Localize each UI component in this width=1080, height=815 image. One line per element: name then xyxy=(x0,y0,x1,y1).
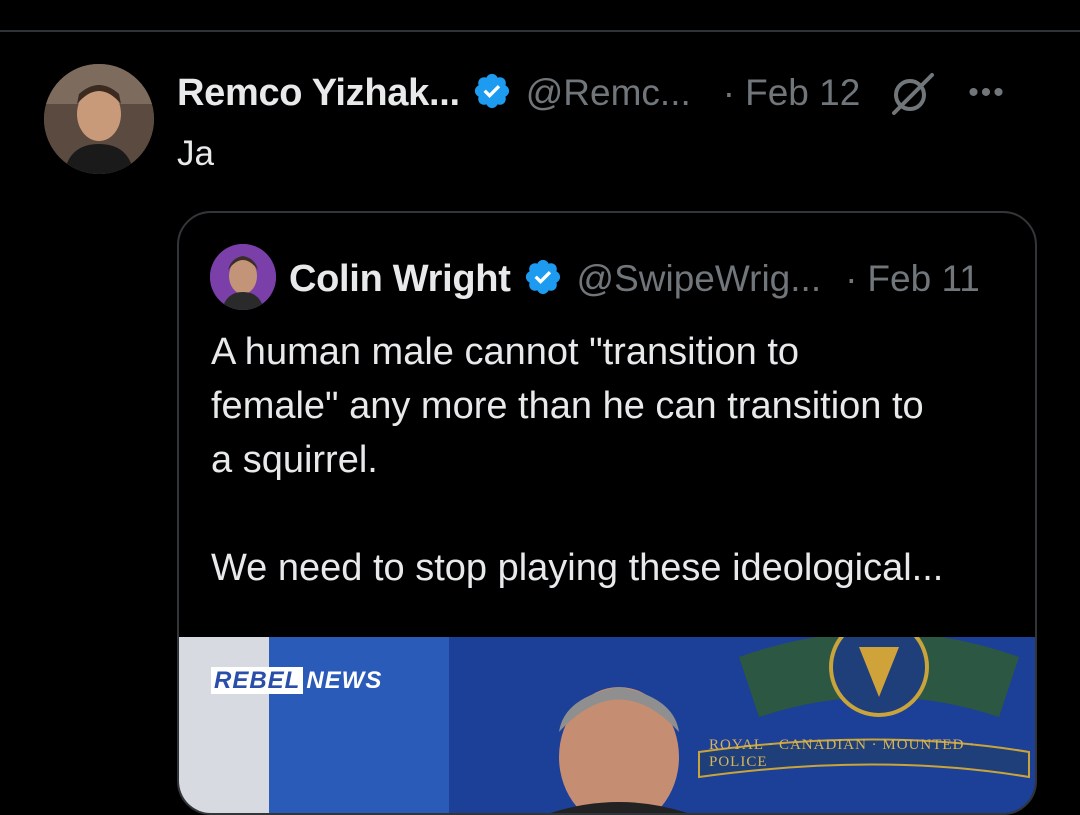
quoted-text-line: a squirrel. xyxy=(211,439,378,481)
quoted-post-media[interactable]: REBEL NEWS ROYAL · CANADIAN · MOUNTED · P… xyxy=(179,637,1035,813)
quoted-text-gap xyxy=(211,487,1021,541)
grok-icon[interactable] xyxy=(888,69,936,117)
post-text: Ja xyxy=(177,134,214,173)
quoted-text-line: A human male cannot "transition to xyxy=(211,331,800,373)
post-date[interactable]: Feb 12 xyxy=(745,72,860,114)
verified-badge-icon xyxy=(523,257,563,302)
crest-text: ROYAL · CANADIAN · MOUNTED · POLICE xyxy=(709,737,976,770)
date-separator: · xyxy=(722,72,736,113)
top-divider xyxy=(0,30,1080,32)
quoted-author-name[interactable]: Colin Wright xyxy=(289,258,511,301)
author-handle[interactable]: @Remc... xyxy=(526,72,691,114)
more-options-icon[interactable]: ••• xyxy=(968,76,1006,110)
author-avatar[interactable] xyxy=(44,64,154,174)
quoted-post-date[interactable]: Feb 11 xyxy=(867,258,979,300)
post-header: Remco Yizhak... @Remc... · Feb 12 ••• xyxy=(177,68,1057,118)
verified-badge-icon xyxy=(472,71,512,116)
quoted-post-header: Colin Wright @SwipeWrig... · Feb 11 xyxy=(289,253,980,305)
author-name[interactable]: Remco Yizhak... xyxy=(177,72,460,115)
quoted-post-text: A human male cannot "transition to femal… xyxy=(211,325,1021,595)
quoted-text-line: We need to stop playing these ideologica… xyxy=(211,547,944,589)
quoted-author-handle[interactable]: @SwipeWrig... xyxy=(577,258,822,300)
date-separator: · xyxy=(845,258,858,299)
quoted-text-line: female" any more than he can transition … xyxy=(211,385,924,427)
media-scene xyxy=(550,637,1030,813)
quoted-author-avatar[interactable] xyxy=(210,244,276,310)
quoted-post-card[interactable]: Colin Wright @SwipeWrig... · Feb 11 A hu… xyxy=(177,211,1037,815)
